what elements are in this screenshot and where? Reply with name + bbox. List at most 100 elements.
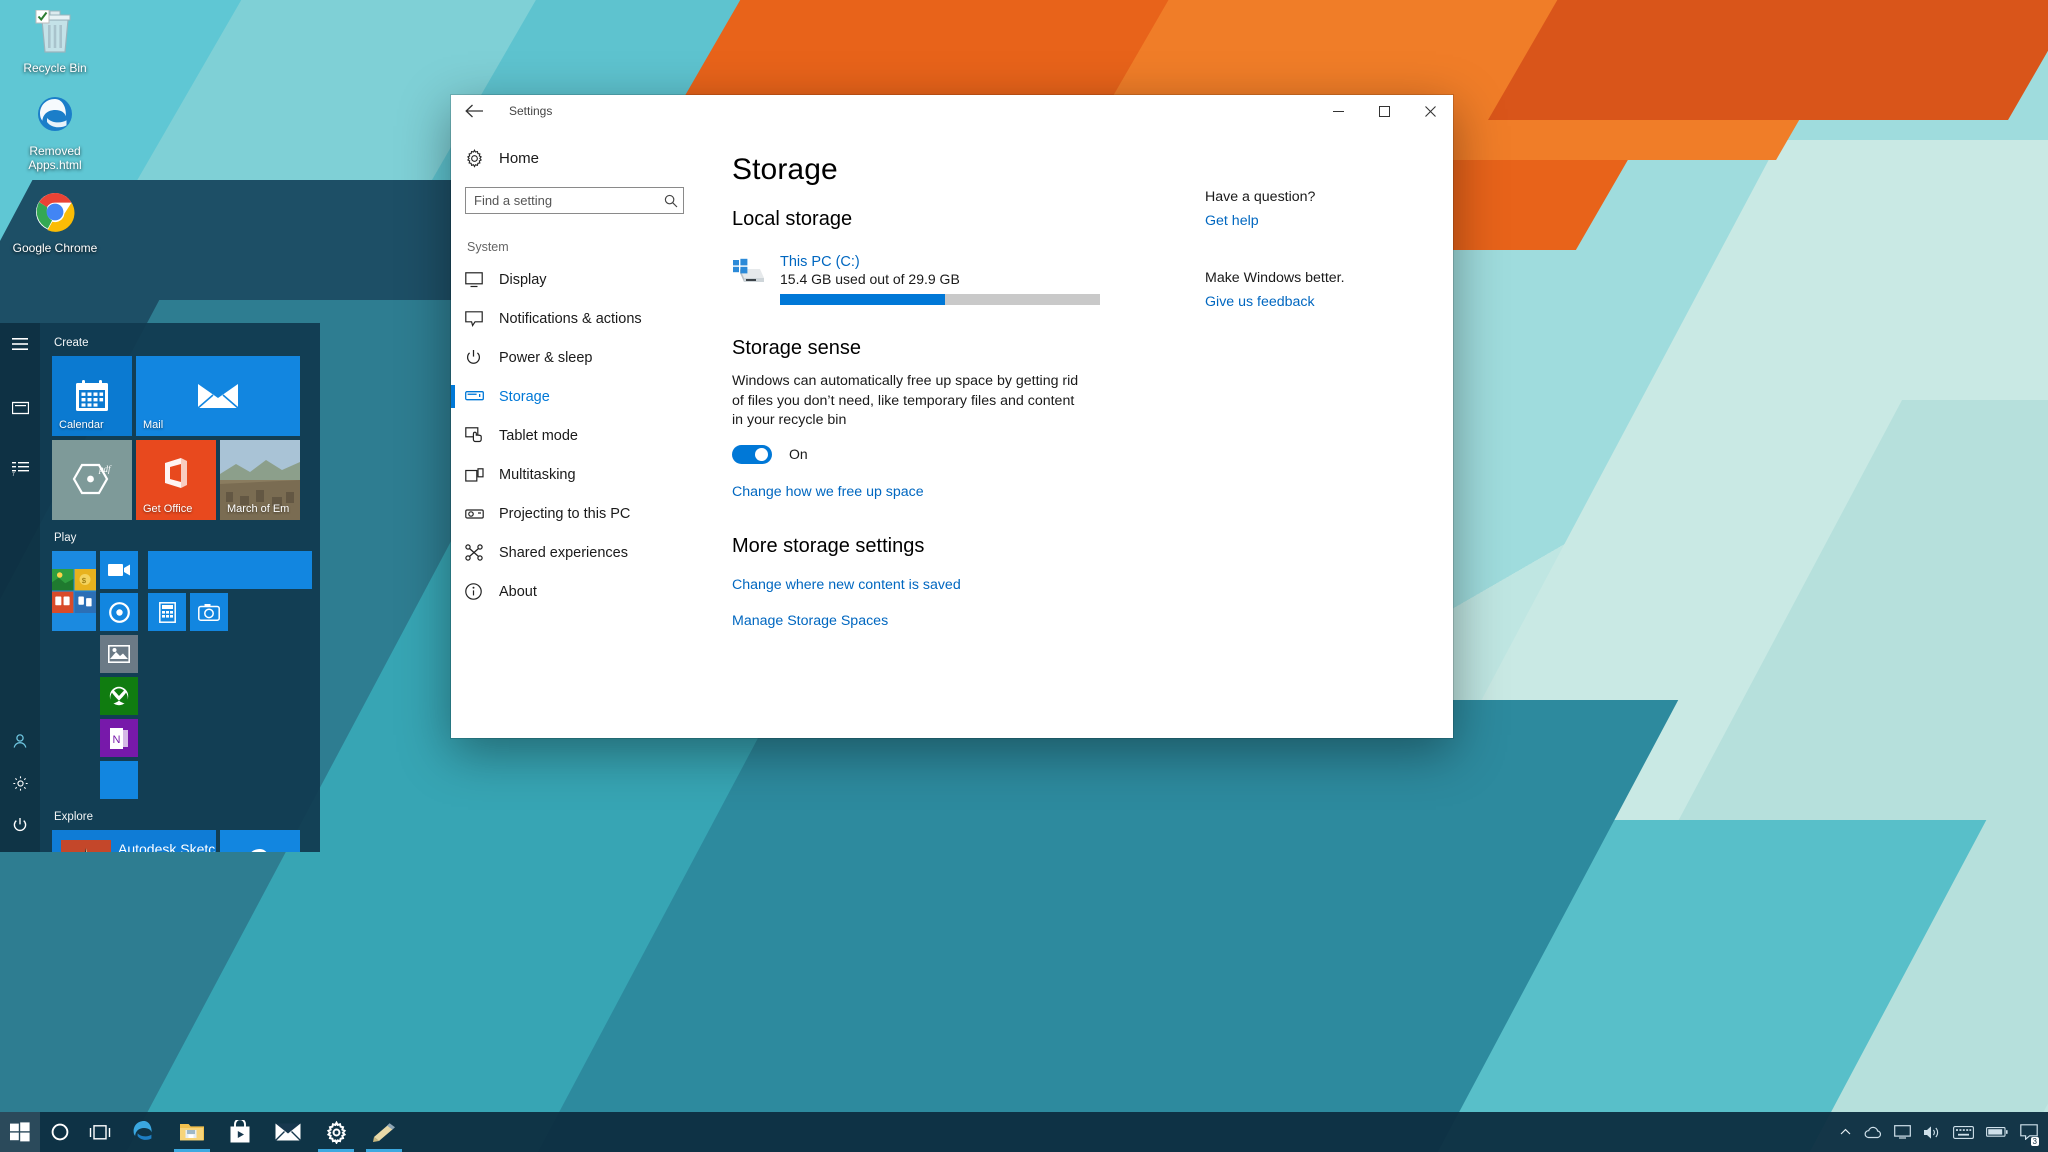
drive-info: This PC (C:) 15.4 GB used out of 29.9 GB bbox=[780, 254, 1100, 305]
link-change-where-new-content-is-saved[interactable]: Change where new content is saved bbox=[732, 577, 961, 593]
sidebar-item-projecting[interactable]: Projecting to this PC bbox=[451, 494, 698, 533]
start-pictures-button[interactable]: 7 bbox=[0, 447, 40, 489]
action-center-badge: 3 bbox=[2030, 1137, 2039, 1146]
tile-march-of-empires[interactable]: March of Em bbox=[220, 440, 300, 520]
tablet-hand-icon bbox=[465, 427, 499, 444]
sidebar-item-about[interactable]: About bbox=[451, 572, 698, 611]
maximize-icon[interactable] bbox=[1361, 95, 1407, 127]
drive-name-link[interactable]: This PC (C:) bbox=[780, 254, 1100, 270]
tile-movies-tv[interactable] bbox=[100, 551, 138, 589]
monitor-small-icon[interactable] bbox=[1888, 1112, 1917, 1152]
action-center-icon[interactable]: 3 bbox=[2014, 1112, 2044, 1152]
tile-groove-music[interactable] bbox=[100, 593, 138, 631]
keyboard-icon[interactable] bbox=[1947, 1112, 1980, 1152]
window-title: Settings bbox=[509, 104, 553, 118]
sidebar-home-label: Home bbox=[499, 149, 540, 167]
svg-text:$: $ bbox=[82, 576, 87, 585]
tile-group-label-create: Create bbox=[54, 337, 89, 349]
hard-drive-icon bbox=[732, 254, 776, 305]
sidebar-item-power-sleep[interactable]: Power & sleep bbox=[451, 338, 698, 377]
start-power-button[interactable] bbox=[0, 804, 40, 846]
cortana-circle-icon[interactable] bbox=[40, 1112, 80, 1152]
games-collage-icon: $ bbox=[52, 551, 96, 631]
link-get-help[interactable]: Get help bbox=[1205, 213, 1259, 229]
minimize-icon[interactable] bbox=[1315, 95, 1361, 127]
tile-pdf-reader[interactable]: pdf bbox=[52, 440, 132, 520]
onenote-icon: N bbox=[100, 719, 138, 757]
tile-onenote[interactable]: N bbox=[100, 719, 138, 757]
close-icon[interactable] bbox=[1407, 95, 1453, 127]
speech-bubble-icon bbox=[465, 310, 499, 327]
taskbar-app-mail[interactable] bbox=[264, 1112, 312, 1152]
sidebar-item-label: Shared experiences bbox=[499, 544, 628, 561]
tile-camera[interactable] bbox=[190, 593, 228, 631]
sketchbook-icon bbox=[61, 840, 111, 852]
sidebar-item-label: Notifications & actions bbox=[499, 310, 642, 327]
search-input[interactable] bbox=[466, 193, 658, 208]
sidebar-item-tablet-mode[interactable]: Tablet mode bbox=[451, 416, 698, 455]
sidebar-item-label: Tablet mode bbox=[499, 427, 578, 444]
start-documents-button[interactable] bbox=[0, 387, 40, 429]
xbox-icon bbox=[100, 677, 138, 715]
start-user-button[interactable] bbox=[0, 720, 40, 762]
sidebar-item-shared-experiences[interactable]: Shared experiences bbox=[451, 533, 698, 572]
tile-xbox[interactable] bbox=[100, 677, 138, 715]
search-box[interactable] bbox=[465, 187, 684, 214]
chevron-up-icon[interactable] bbox=[1832, 1112, 1858, 1152]
taskbar-app-settings[interactable] bbox=[312, 1112, 360, 1152]
sidebar-item-label: Storage bbox=[499, 388, 550, 405]
desktop-icon-google-chrome[interactable]: Google Chrome bbox=[5, 186, 105, 255]
tile-small-grid-1: N bbox=[100, 551, 144, 799]
taskbar-app-microsoft-store[interactable] bbox=[216, 1112, 264, 1152]
tile-calendar[interactable]: Calendar bbox=[52, 356, 132, 436]
taskbar-app-snipping-tool[interactable] bbox=[360, 1112, 408, 1152]
link-change-how-we-free-up-space[interactable]: Change how we free up space bbox=[732, 484, 924, 500]
desktop-icon-label: Removed Apps.html bbox=[28, 144, 82, 172]
start-hamburger-button[interactable] bbox=[0, 323, 40, 365]
sidebar-item-display[interactable]: Display bbox=[451, 260, 698, 299]
back-arrow-icon[interactable] bbox=[451, 95, 497, 127]
svg-text:pdf: pdf bbox=[98, 464, 112, 474]
start-menu: 7 Create Calendar Mail pdf Get Office Ma… bbox=[0, 323, 320, 852]
tile-microsoft-edge[interactable]: Microsoft Edge bbox=[220, 830, 300, 852]
tile-column-play-right bbox=[148, 551, 312, 799]
tile-store-sketchbook[interactable]: Autodesk SketchB... Free* Store bbox=[52, 830, 216, 852]
sidebar-item-home[interactable]: Home bbox=[451, 139, 698, 177]
edge-html-file-icon bbox=[5, 89, 105, 141]
tile-games-collage[interactable]: $ bbox=[52, 551, 96, 631]
tile-calculator[interactable] bbox=[148, 593, 186, 631]
settings-titlebar[interactable]: Settings bbox=[451, 95, 1453, 127]
cloud-icon[interactable] bbox=[1858, 1112, 1888, 1152]
tile-label: Mail bbox=[143, 419, 164, 431]
desktop-icon-recycle-bin[interactable]: Recycle Bin bbox=[5, 6, 105, 75]
taskbar-tray: 3 bbox=[1832, 1112, 2048, 1152]
battery-icon[interactable] bbox=[1980, 1112, 2014, 1152]
sidebar-item-storage[interactable]: Storage bbox=[451, 377, 698, 416]
tile-photos[interactable] bbox=[100, 635, 138, 673]
tile-row-explore-1: Autodesk SketchB... Free* Store Microsof… bbox=[52, 830, 312, 852]
sidebar-item-multitasking[interactable]: Multitasking bbox=[451, 455, 698, 494]
start-menu-tiles: Create Calendar Mail pdf Get Office Marc… bbox=[40, 323, 320, 852]
start-settings-button[interactable] bbox=[0, 762, 40, 804]
taskbar-app-file-explorer[interactable] bbox=[168, 1112, 216, 1152]
aside-feedback-block: Make Windows better. Give us feedback bbox=[1205, 270, 1453, 311]
desktop-icon-removed-apps[interactable]: Removed Apps.html bbox=[5, 89, 105, 172]
aside-feedback-heading: Make Windows better. bbox=[1205, 270, 1345, 286]
tile-blank-1[interactable] bbox=[100, 761, 138, 799]
svg-text:N: N bbox=[113, 734, 121, 746]
settings-main-content: Storage Local storage This PC (C:) 15.4 … bbox=[698, 127, 1453, 738]
taskbar-app-microsoft-edge[interactable] bbox=[120, 1112, 168, 1152]
wallpaper-shape-orange-3 bbox=[1488, 0, 2048, 120]
sidebar-item-notifications[interactable]: Notifications & actions bbox=[451, 299, 698, 338]
speaker-icon[interactable] bbox=[1917, 1112, 1947, 1152]
tile-blank-wide[interactable] bbox=[148, 551, 312, 589]
tile-label: Calendar bbox=[59, 419, 104, 431]
tile-mail[interactable]: Mail bbox=[136, 356, 300, 436]
start-windows-icon[interactable] bbox=[0, 1112, 40, 1152]
link-give-us-feedback[interactable]: Give us feedback bbox=[1205, 294, 1315, 310]
link-manage-storage-spaces[interactable]: Manage Storage Spaces bbox=[732, 613, 888, 629]
search-icon[interactable] bbox=[658, 194, 683, 208]
task-view-icon[interactable] bbox=[80, 1112, 120, 1152]
storage-sense-toggle[interactable] bbox=[732, 444, 772, 464]
tile-get-office[interactable]: Get Office bbox=[136, 440, 216, 520]
